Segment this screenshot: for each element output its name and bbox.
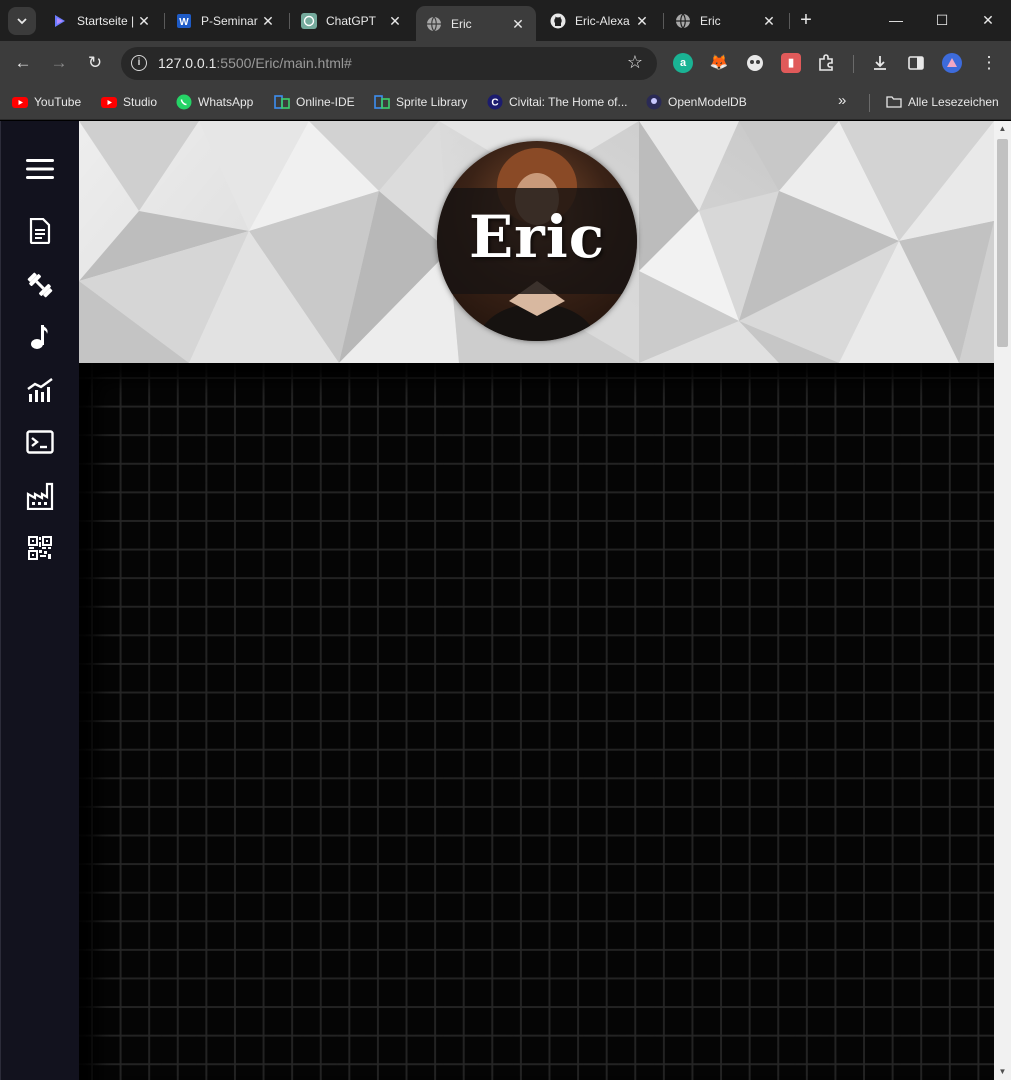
tab-github[interactable]: Eric-Alexa ✕ bbox=[540, 6, 660, 36]
bookmark-studio[interactable]: Studio bbox=[101, 93, 157, 111]
close-icon[interactable]: ✕ bbox=[260, 13, 276, 29]
bookmarks-bar: YouTube Studio WhatsApp Online-IDE Sprit… bbox=[0, 86, 1011, 120]
music-note-icon[interactable] bbox=[23, 320, 57, 354]
window-close-button[interactable]: ✕ bbox=[977, 10, 999, 30]
web-page: Eric ▲ ▼ bbox=[0, 121, 1011, 1080]
bookmark-whatsapp[interactable]: WhatsApp bbox=[176, 93, 253, 111]
scroll-up-arrow[interactable]: ▲ bbox=[994, 121, 1011, 137]
hero-name: Eric bbox=[468, 203, 606, 271]
extensions-puzzle-icon[interactable] bbox=[816, 53, 836, 73]
metamask-icon[interactable]: 🦊 bbox=[709, 53, 729, 73]
svg-text:C: C bbox=[491, 98, 498, 109]
youtube-studio-icon bbox=[101, 97, 117, 108]
all-bookmarks-folder[interactable]: Alle Lesezeichen bbox=[886, 93, 999, 111]
chatgpt-icon bbox=[301, 13, 317, 29]
tab-search-button[interactable] bbox=[8, 7, 36, 35]
globe-icon bbox=[675, 13, 691, 29]
chevron-down-icon bbox=[17, 18, 27, 25]
qr-code-icon[interactable] bbox=[23, 531, 57, 565]
factory-icon[interactable] bbox=[23, 479, 57, 513]
side-panel-icon[interactable] bbox=[906, 53, 926, 73]
tab-startseite[interactable]: Startseite | ✕ bbox=[42, 6, 162, 36]
page-scrollbar[interactable]: ▲ ▼ bbox=[994, 121, 1011, 1080]
word-icon: W bbox=[176, 13, 192, 29]
globe-icon bbox=[426, 16, 442, 32]
chart-icon[interactable] bbox=[23, 373, 57, 407]
tab-title: ChatGPT bbox=[326, 14, 377, 28]
back-button[interactable]: ← bbox=[11, 51, 35, 75]
tab-title: Startseite | bbox=[77, 14, 135, 28]
tab-eric[interactable]: Eric ✕ bbox=[665, 6, 787, 36]
tab-title: Eric-Alexa bbox=[575, 14, 630, 28]
scroll-down-arrow[interactable]: ▼ bbox=[994, 1064, 1011, 1080]
address-bar[interactable]: i 127.0.0.1:5500/Eric/main.html# ☆ bbox=[121, 47, 657, 80]
document-icon[interactable] bbox=[23, 214, 57, 248]
terminal-icon[interactable] bbox=[23, 425, 57, 459]
bookmark-star-icon[interactable]: ☆ bbox=[627, 52, 643, 73]
ide-icon bbox=[274, 95, 290, 109]
extension-mask-icon[interactable] bbox=[745, 53, 765, 73]
site-info-icon[interactable]: i bbox=[131, 55, 147, 71]
dumbbell-icon[interactable] bbox=[23, 268, 57, 302]
civitai-icon: C bbox=[487, 94, 503, 110]
extension-red-icon[interactable]: ▮ bbox=[781, 53, 801, 73]
minimize-button[interactable]: — bbox=[885, 10, 907, 30]
main-content-area bbox=[79, 363, 994, 1080]
address-url[interactable]: 127.0.0.1:5500/Eric/main.html# bbox=[158, 55, 352, 71]
menu-kebab-icon[interactable]: ⋮ bbox=[977, 51, 1001, 75]
tab-title: Eric bbox=[700, 14, 721, 28]
tab-chatgpt[interactable]: ChatGPT ✕ bbox=[291, 6, 413, 36]
hero-banner: Eric bbox=[79, 121, 994, 363]
close-icon[interactable]: ✕ bbox=[136, 13, 152, 29]
avatar: Eric bbox=[437, 141, 637, 341]
close-icon[interactable]: ✕ bbox=[634, 13, 650, 29]
bookmarks-overflow-icon[interactable]: » bbox=[838, 92, 846, 109]
close-icon[interactable]: ✕ bbox=[387, 13, 403, 29]
tab-strip: Startseite | ✕ W P-Seminar ✕ ChatGPT ✕ E… bbox=[0, 0, 1011, 41]
bookmark-civitai[interactable]: C Civitai: The Home of... bbox=[487, 93, 628, 111]
profile-avatar[interactable] bbox=[942, 53, 962, 73]
svg-text:W: W bbox=[179, 17, 189, 28]
scroll-thumb[interactable] bbox=[997, 139, 1008, 347]
tab-p-seminar[interactable]: W P-Seminar ✕ bbox=[166, 6, 286, 36]
bookmark-openmodeldb[interactable]: OpenModelDB bbox=[646, 93, 747, 111]
menu-icon[interactable] bbox=[23, 152, 57, 186]
maximize-button[interactable]: ☐ bbox=[931, 10, 953, 30]
bookmark-sprite-library[interactable]: Sprite Library bbox=[374, 93, 467, 111]
amazon-extension-icon[interactable]: a bbox=[673, 53, 693, 73]
tab-eric-active[interactable]: Eric ✕ bbox=[416, 6, 536, 41]
download-icon[interactable] bbox=[870, 53, 890, 73]
tab-title: Eric bbox=[451, 16, 472, 31]
tab-title: P-Seminar bbox=[201, 14, 258, 28]
close-icon[interactable]: ✕ bbox=[761, 13, 777, 29]
site-sidebar bbox=[0, 121, 79, 1080]
copilot-icon bbox=[52, 13, 68, 29]
new-tab-button[interactable]: + bbox=[796, 10, 816, 31]
reload-button[interactable]: ↻ bbox=[83, 51, 107, 75]
github-icon bbox=[550, 13, 566, 29]
whatsapp-icon bbox=[176, 94, 192, 110]
ide-icon bbox=[374, 95, 390, 109]
youtube-icon bbox=[12, 97, 28, 108]
forward-button[interactable]: → bbox=[47, 51, 71, 75]
browser-toolbar: ← → ↻ i 127.0.0.1:5500/Eric/main.html# ☆… bbox=[0, 41, 1011, 86]
openmodeldb-icon bbox=[646, 94, 662, 110]
bookmark-online-ide[interactable]: Online-IDE bbox=[274, 93, 355, 111]
close-icon[interactable]: ✕ bbox=[510, 16, 526, 32]
folder-icon bbox=[886, 96, 902, 108]
bookmark-youtube[interactable]: YouTube bbox=[12, 93, 81, 111]
